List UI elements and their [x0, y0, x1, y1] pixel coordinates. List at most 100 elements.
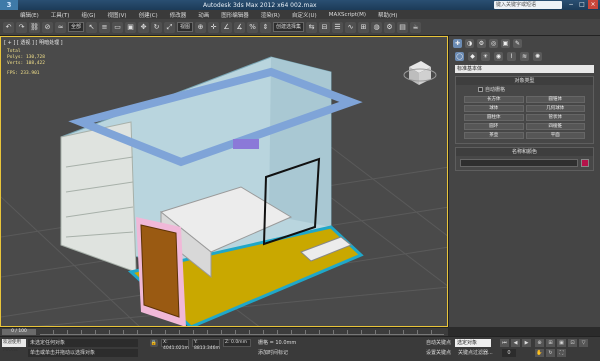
link-icon[interactable]: ⛓ — [29, 21, 40, 33]
schematic-icon[interactable]: ⊞ — [358, 21, 370, 33]
object-name-field[interactable] — [460, 159, 578, 167]
curve-editor-icon[interactable]: ∿ — [345, 21, 357, 33]
object-type-title[interactable]: 对象类型 — [456, 77, 593, 85]
pyramid-button[interactable]: 四棱锥 — [525, 123, 585, 130]
menu-tools[interactable]: 工具(T) — [51, 11, 70, 19]
add-time-tag-button[interactable]: 添加时间标记 — [258, 349, 288, 357]
motion-tab-icon[interactable]: ◎ — [489, 39, 498, 48]
move-icon[interactable]: ✥ — [138, 21, 150, 33]
helpers-icon[interactable]: ⌇ — [507, 52, 516, 61]
bind-icon[interactable]: ≈ — [55, 21, 66, 33]
menu-views[interactable]: 视图(V) — [108, 11, 127, 19]
menu-rendering[interactable]: 渲染(R) — [261, 11, 280, 19]
geometry-icon[interactable]: ◯ — [455, 52, 464, 61]
render-teapot-icon[interactable]: ☕ — [410, 21, 422, 33]
tube-button[interactable]: 管状体 — [525, 114, 585, 121]
manipulate-icon[interactable]: ✛ — [208, 21, 220, 33]
viewport-label[interactable]: [ + ] [ 透视 ] [ 明暗处理 ] — [4, 39, 63, 46]
teapot-button[interactable]: 茶壶 — [464, 132, 524, 139]
x-coordinate-field[interactable]: X: 4041.021m — [161, 339, 189, 351]
redo-icon[interactable]: ↷ — [16, 21, 27, 33]
plane-button[interactable]: 平面 — [525, 132, 585, 139]
maxscript-listener[interactable]: 欢迎使用 MAXSc — [2, 339, 26, 353]
layer-icon[interactable]: ☰ — [332, 21, 344, 33]
category-dropdown[interactable]: 标准基本体 — [455, 65, 594, 73]
set-key-button[interactable]: 设置关键点 — [426, 349, 451, 357]
selection-dropdown[interactable]: 选定对象 — [455, 339, 491, 347]
perspective-viewport[interactable]: [ + ] [ 透视 ] [ 明暗处理 ] Total Polys: 130,7… — [0, 36, 448, 327]
menu-animation[interactable]: 动画 — [198, 11, 209, 19]
create-tab-icon[interactable]: ✚ — [453, 39, 462, 48]
menu-help[interactable]: 帮助(H) — [378, 11, 397, 19]
render-setup-icon[interactable]: ⚙ — [384, 21, 396, 33]
select-object-icon[interactable]: ↖ — [86, 21, 98, 33]
orbit-icon[interactable]: ↻ — [546, 349, 555, 357]
zoom-extents-all-icon[interactable]: ⊡ — [568, 339, 577, 347]
scale-icon[interactable]: ⤢ — [164, 21, 176, 33]
window-crossing-icon[interactable]: ▣ — [125, 21, 137, 33]
unlink-icon[interactable]: ⊘ — [42, 21, 53, 33]
prev-frame-icon[interactable]: ◀ — [511, 339, 520, 347]
spinner-snap-icon[interactable]: ⇕ — [260, 21, 272, 33]
key-filters-button[interactable]: 关键点过滤器... — [458, 349, 493, 357]
close-button[interactable]: × — [588, 0, 598, 9]
menu-maxscript[interactable]: MAXScript(M) — [329, 12, 366, 18]
lights-icon[interactable]: ☀ — [481, 52, 490, 61]
cone-button[interactable]: 圆锥体 — [525, 96, 585, 103]
rotate-icon[interactable]: ↻ — [151, 21, 163, 33]
autogrid-row[interactable]: 自动栅格 — [456, 85, 593, 94]
align-icon[interactable]: ⊟ — [319, 21, 331, 33]
angle-snap-icon[interactable]: ∡ — [234, 21, 246, 33]
play-icon[interactable]: ▶ — [522, 339, 531, 347]
geosphere-button[interactable]: 几何球体 — [525, 105, 585, 112]
percent-snap-icon[interactable]: % — [247, 21, 259, 33]
spacewarps-icon[interactable]: ≋ — [520, 52, 529, 61]
undo-icon[interactable]: ↶ — [3, 21, 14, 33]
menu-create[interactable]: 创建(C) — [139, 11, 158, 19]
track-bar[interactable] — [40, 330, 444, 335]
object-color-swatch[interactable] — [581, 159, 589, 167]
auto-key-button[interactable]: 自动关键点 — [426, 339, 451, 347]
app-logo[interactable]: 3 — [0, 0, 18, 10]
autogrid-checkbox[interactable] — [478, 87, 483, 92]
zoom-icon[interactable]: ⊕ — [535, 339, 544, 347]
fov-icon[interactable]: ▽ — [579, 339, 588, 347]
render-frame-icon[interactable]: ▤ — [397, 21, 409, 33]
select-by-name-icon[interactable]: ≡ — [99, 21, 111, 33]
shapes-icon[interactable]: ◆ — [468, 52, 477, 61]
menu-modifiers[interactable]: 修改器 — [170, 11, 187, 19]
help-search-input[interactable]: 键入关键字或短语 — [494, 1, 562, 9]
pivot-icon[interactable]: ⊕ — [195, 21, 207, 33]
modify-tab-icon[interactable]: ◑ — [465, 39, 474, 48]
systems-icon[interactable]: ✺ — [533, 52, 542, 61]
zoom-extents-icon[interactable]: ▣ — [557, 339, 566, 347]
lock-selection-icon[interactable]: 🔒 — [150, 339, 158, 347]
rect-selection-icon[interactable]: ▭ — [112, 21, 124, 33]
cylinder-button[interactable]: 圆柱体 — [464, 114, 524, 121]
current-frame-field[interactable]: 0 — [502, 349, 516, 357]
selection-filter-dropdown[interactable]: 全部 — [68, 22, 85, 32]
zoom-all-icon[interactable]: ⊞ — [546, 339, 555, 347]
time-slider[interactable]: 0 / 100 — [2, 329, 36, 335]
box-button[interactable]: 长方体 — [464, 96, 524, 103]
menu-graph-editors[interactable]: 图形编辑器 — [221, 11, 249, 19]
reference-coord-dropdown[interactable]: 视图 — [177, 22, 194, 32]
go-to-start-icon[interactable]: ⏮ — [500, 339, 509, 347]
mirror-icon[interactable]: ⇆ — [306, 21, 318, 33]
minimize-button[interactable]: − — [566, 0, 576, 9]
maximize-viewport-icon[interactable]: ⛶ — [557, 349, 566, 357]
name-color-title[interactable]: 名称和颜色 — [456, 148, 593, 156]
y-coordinate-field[interactable]: Y: 8813.346m — [192, 339, 220, 351]
z-coordinate-field[interactable]: Z: 0.0mm — [223, 339, 251, 347]
material-editor-icon[interactable]: ◍ — [371, 21, 383, 33]
snap-icon[interactable]: ∠ — [221, 21, 233, 33]
sphere-button[interactable]: 球体 — [464, 105, 524, 112]
menu-group[interactable]: 组(G) — [81, 11, 95, 19]
torus-button[interactable]: 圆环 — [464, 123, 524, 130]
menu-edit[interactable]: 编辑(E) — [20, 11, 39, 19]
named-selection-dropdown[interactable]: 创建选择集 — [273, 22, 305, 32]
maximize-button[interactable]: □ — [577, 0, 587, 9]
menu-customize[interactable]: 自定义(U) — [292, 11, 317, 19]
hierarchy-tab-icon[interactable]: ⚙ — [477, 39, 486, 48]
utilities-tab-icon[interactable]: ✎ — [513, 39, 522, 48]
